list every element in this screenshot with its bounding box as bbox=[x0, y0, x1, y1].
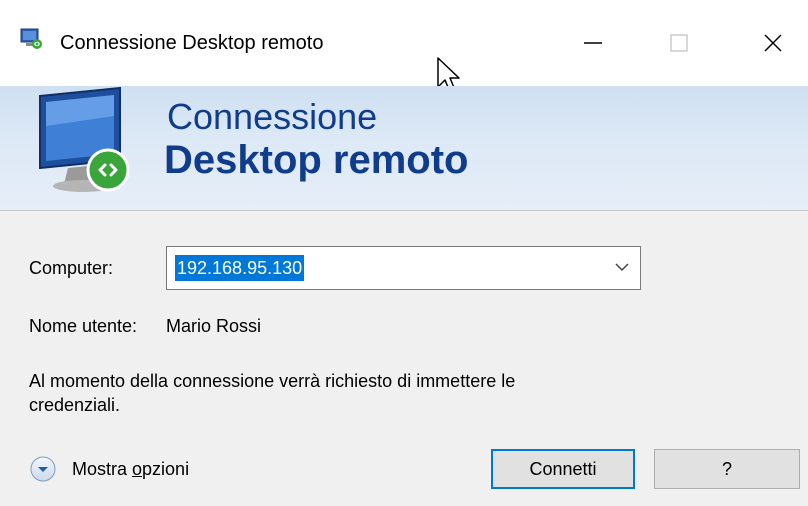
banner-title-line2: Desktop remoto bbox=[164, 138, 469, 182]
banner-title-line1: Connessione bbox=[167, 96, 378, 137]
remote-desktop-app-icon[interactable] bbox=[20, 28, 44, 50]
remote-desktop-monitor-icon bbox=[39, 86, 130, 192]
close-button[interactable] bbox=[738, 18, 808, 68]
connect-button[interactable]: Connetti bbox=[491, 449, 635, 489]
title-bar: Connessione Desktop remoto bbox=[0, 0, 808, 93]
header-banner: Connessione Desktop remoto bbox=[0, 86, 808, 211]
maximize-icon bbox=[670, 34, 688, 52]
show-options-label-suffix: pzioni bbox=[142, 458, 190, 479]
close-icon bbox=[764, 34, 782, 52]
user-value: Mario Rossi bbox=[166, 316, 262, 336]
show-options-label-prefix: Mostra bbox=[72, 458, 133, 479]
credentials-notice: Al momento della connessione verrà richi… bbox=[29, 371, 516, 415]
computer-label: Computer: bbox=[29, 258, 114, 278]
minimize-button[interactable] bbox=[558, 18, 628, 68]
help-button[interactable]: ? bbox=[654, 449, 800, 489]
user-label: Nome utente: bbox=[29, 316, 138, 336]
show-options-toggle[interactable]: Mostra opzioni bbox=[30, 456, 189, 482]
computer-combobox[interactable]: 192.168.95.130 bbox=[166, 246, 641, 290]
maximize-button[interactable] bbox=[644, 18, 714, 68]
computer-input[interactable]: 192.168.95.130 bbox=[175, 255, 305, 281]
chevron-down-icon[interactable] bbox=[614, 261, 630, 273]
window-title: Connessione Desktop remoto bbox=[60, 32, 324, 54]
expand-options-icon[interactable] bbox=[30, 456, 56, 482]
show-options-access-key: o bbox=[132, 458, 143, 479]
show-options-label[interactable]: Mostra opzioni bbox=[72, 459, 189, 480]
minimize-icon bbox=[584, 42, 602, 44]
